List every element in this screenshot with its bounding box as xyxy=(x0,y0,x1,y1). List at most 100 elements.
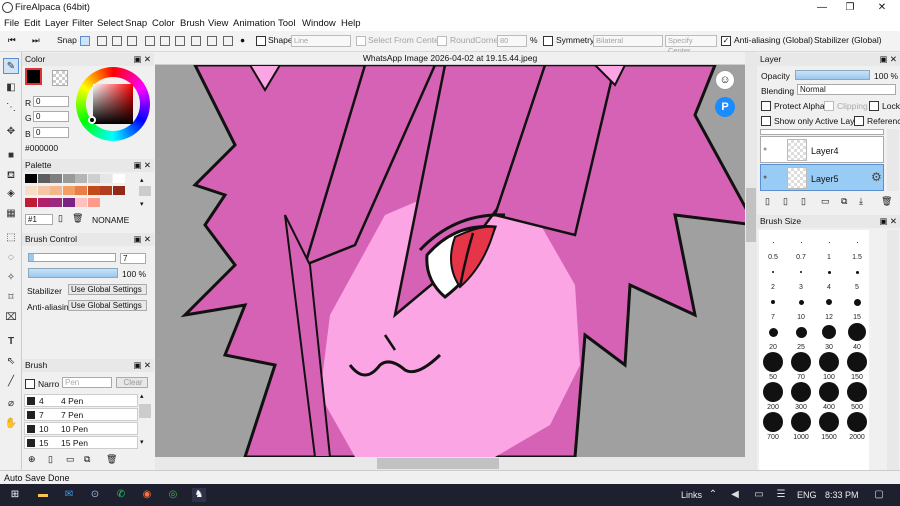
notifications-icon[interactable]: ▢ xyxy=(872,488,886,502)
pixiv-icon[interactable]: P xyxy=(715,97,735,117)
brush-size-dot[interactable] xyxy=(826,299,832,305)
lasso-tool-icon[interactable]: ◌ xyxy=(3,250,19,266)
palette-swatch[interactable] xyxy=(25,186,37,195)
firealpaca-icon[interactable]: ♞ xyxy=(192,488,206,502)
brush-size-input[interactable]: 7 xyxy=(120,253,146,264)
palette-scrollbar[interactable] xyxy=(139,186,151,196)
brush-scroll-down-icon[interactable]: ▾ xyxy=(140,438,144,446)
snap-dot-icon[interactable]: ● xyxy=(240,35,245,45)
brush-list-item[interactable]: 4 4 Pen xyxy=(24,394,138,407)
brush-size-dot[interactable] xyxy=(819,412,839,432)
layer-panel-close-icon[interactable]: ▣ ✕ xyxy=(879,53,897,66)
symmetry-select[interactable]: Bilateral xyxy=(593,35,663,47)
palette-swatch[interactable] xyxy=(25,174,37,183)
menu-brush[interactable]: Brush xyxy=(180,18,205,29)
palette-swatch[interactable] xyxy=(62,198,75,207)
brush-delete-icon[interactable]: 🗑 xyxy=(106,454,117,465)
palette-swatch[interactable] xyxy=(50,186,62,195)
menu-color[interactable]: Color xyxy=(152,18,175,29)
network-icon[interactable]: ☰ xyxy=(774,488,788,502)
dot-tool-icon[interactable]: ⋱ xyxy=(3,100,19,116)
anti-aliasing-select[interactable]: Use Global Settings xyxy=(68,300,147,311)
clipping-checkbox[interactable] xyxy=(824,100,834,111)
layer-settings-gear-icon[interactable]: ⚙ xyxy=(871,170,882,184)
file-explorer-icon[interactable]: ▬ xyxy=(36,488,50,502)
brush-size-dot[interactable] xyxy=(847,412,867,432)
brush-size-slider[interactable] xyxy=(28,253,116,262)
brush-size-dot[interactable] xyxy=(856,241,858,243)
lock-checkbox[interactable] xyxy=(869,100,879,111)
brush-size-dot[interactable] xyxy=(800,271,802,273)
brush-size-dot[interactable] xyxy=(822,325,836,339)
brush-size-dot[interactable] xyxy=(800,241,802,243)
brush-size-dot[interactable] xyxy=(828,241,830,243)
snap-off-icon[interactable] xyxy=(80,36,90,46)
brush-clear-button[interactable]: Clear xyxy=(116,377,148,388)
brush-size-close-icon[interactable]: ▣ ✕ xyxy=(879,215,897,228)
eyedropper-tool-icon[interactable]: ⌀ xyxy=(3,396,19,412)
brush-list-item[interactable]: 10 10 Pen xyxy=(24,422,138,435)
round-corner-checkbox[interactable] xyxy=(437,35,447,46)
layer-new-icon[interactable]: ▯ xyxy=(765,196,770,207)
layer-delete-icon[interactable]: 🗑 xyxy=(881,196,892,207)
layer-folder-icon[interactable]: ▭ xyxy=(821,196,830,207)
palette-swatch[interactable] xyxy=(75,198,87,207)
next-icon[interactable]: ⏭ xyxy=(32,35,40,46)
snap-3d-icon[interactable] xyxy=(191,36,201,46)
menu-select[interactable]: Select xyxy=(97,18,123,29)
select-eraser-tool-icon[interactable]: ⌧ xyxy=(3,310,19,326)
horizontal-scrollbar[interactable] xyxy=(155,457,757,470)
color-wheel[interactable] xyxy=(76,67,150,141)
brush-size-dot[interactable] xyxy=(768,327,778,337)
protect-alpha-checkbox[interactable] xyxy=(761,100,771,111)
brush-size-dot[interactable] xyxy=(763,412,783,432)
select-from-center-checkbox[interactable] xyxy=(356,35,366,46)
palette-swatch[interactable] xyxy=(37,186,50,195)
tray-chevron-icon[interactable]: ⌃ xyxy=(706,488,720,502)
start-icon[interactable]: ⊞ xyxy=(8,488,22,502)
color-picker-handle[interactable] xyxy=(88,116,96,124)
brush-size-dot[interactable] xyxy=(791,382,811,402)
snap-curve-icon[interactable] xyxy=(175,36,185,46)
palette-swatch[interactable] xyxy=(75,174,87,183)
brush-size-dot[interactable] xyxy=(772,241,774,243)
layer-merge-icon[interactable]: ⤓ xyxy=(859,196,863,207)
brush-panel-close-icon[interactable]: ▣ ✕ xyxy=(133,359,151,372)
palette-swatch[interactable] xyxy=(87,198,100,207)
palette-panel-close-icon[interactable]: ▣ ✕ xyxy=(133,159,151,172)
mail-icon[interactable]: ✉ xyxy=(62,488,76,502)
brush-size-dot[interactable] xyxy=(827,270,831,274)
layer-duplicate-icon[interactable]: ⧉ xyxy=(841,196,847,207)
r-input[interactable]: 0 xyxy=(33,96,69,107)
brush-size-dot[interactable] xyxy=(771,300,775,304)
volume-icon[interactable]: ◀ xyxy=(728,488,742,502)
brush-control-close-icon[interactable]: ▣ ✕ xyxy=(133,233,151,246)
select-pen-tool-icon[interactable]: ⌑ xyxy=(3,290,19,306)
layer5-visibility-icon[interactable]: ● xyxy=(763,174,767,181)
palette-scroll-up-icon[interactable]: ▴ xyxy=(140,176,144,184)
language-indicator[interactable]: ENG xyxy=(797,490,817,500)
layer-new-1bit-icon[interactable]: ▯ xyxy=(801,196,806,207)
close-icon[interactable]: ✕ xyxy=(872,1,892,15)
brush-size-dot[interactable] xyxy=(772,271,774,273)
gradient-tool-icon[interactable]: ▦ xyxy=(3,206,19,222)
brush-size-scrollbar[interactable] xyxy=(887,230,899,470)
brush-size-dot[interactable] xyxy=(853,298,861,306)
layer4-visibility-icon[interactable]: ● xyxy=(763,146,767,153)
palette-swatch[interactable] xyxy=(100,174,112,183)
layer-row-partial[interactable] xyxy=(760,129,884,135)
palette-delete-icon[interactable]: 🗑 xyxy=(72,213,83,224)
palette-new-icon[interactable]: ▯ xyxy=(58,213,63,224)
brush-duplicate-icon[interactable]: ⧉ xyxy=(84,454,90,465)
menu-view[interactable]: View xyxy=(208,18,228,29)
chrome-icon[interactable]: ◎ xyxy=(166,488,180,502)
palette-swatch[interactable] xyxy=(112,186,125,195)
palette-swatch[interactable] xyxy=(100,186,112,195)
palette-swatch[interactable] xyxy=(75,186,87,195)
transparent-color-swatch[interactable] xyxy=(52,70,68,86)
brush-opacity-slider[interactable] xyxy=(28,268,118,278)
round-corner-input[interactable]: 80 xyxy=(497,35,527,47)
layer-new-8bit-icon[interactable]: ▯ xyxy=(783,196,788,207)
avatar-icon[interactable]: ☺ xyxy=(715,70,735,90)
layer-row-layer5[interactable]: ● Layer5 ⚙ xyxy=(760,164,884,191)
